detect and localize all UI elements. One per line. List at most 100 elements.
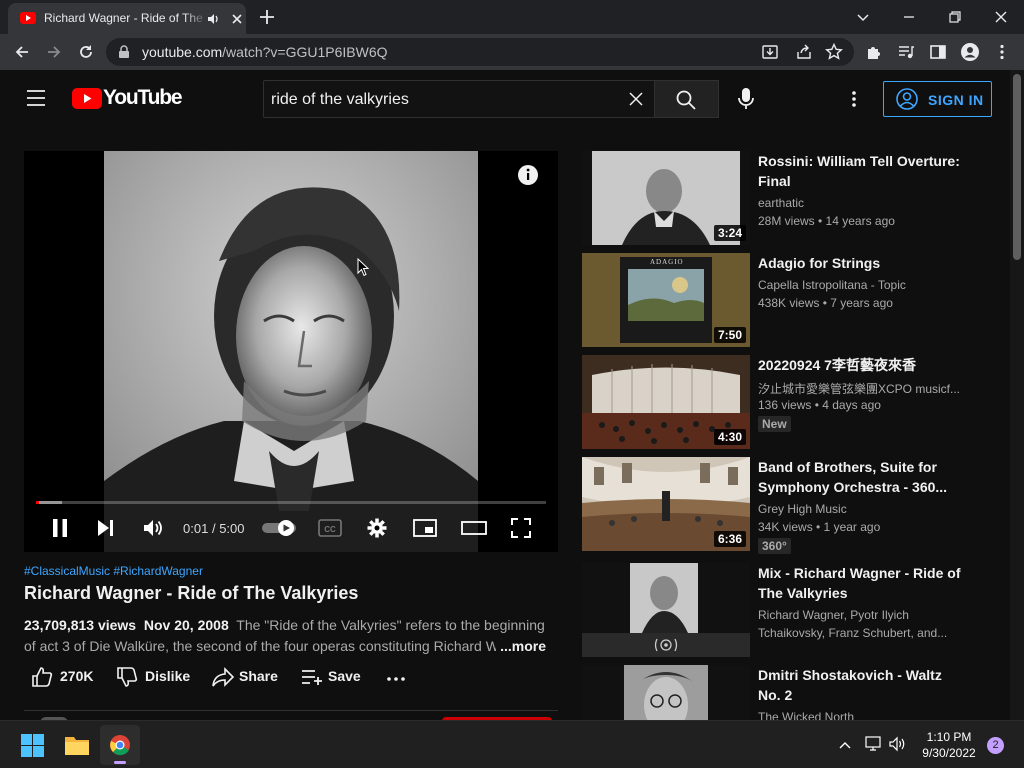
- video-title: Richard Wagner - Ride of The Valkyries: [24, 583, 359, 603]
- recommendation-thumbnail[interactable]: [582, 563, 750, 657]
- menu-icon[interactable]: [992, 42, 1012, 62]
- tab-close-icon[interactable]: [230, 12, 244, 26]
- address-bar[interactable]: youtube.com/watch?v=GGU1P6IBW6Q: [106, 38, 854, 66]
- profile-icon[interactable]: [960, 42, 980, 62]
- recommendation-thumbnail[interactable]: [582, 665, 750, 720]
- search-button[interactable]: [655, 80, 719, 118]
- install-icon[interactable]: [760, 42, 780, 62]
- recommendation-title[interactable]: Rossini: William Tell Overture: Final: [758, 151, 962, 191]
- recommendation-meta: 28M views • 14 years ago: [758, 214, 895, 228]
- info-icon[interactable]: [517, 164, 539, 186]
- like-count: 270K: [60, 668, 94, 684]
- fullscreen-icon[interactable]: [510, 517, 532, 539]
- dislike-button[interactable]: Dislike: [116, 665, 196, 689]
- recommendation-meta: 438K views • 7 years ago: [758, 296, 893, 310]
- recommendation-thumbnail[interactable]: 6:36: [582, 457, 750, 551]
- progress-bar[interactable]: [36, 501, 546, 504]
- windows-icon[interactable]: [21, 734, 44, 757]
- recommendation-meta: 136 views • 4 days ago: [758, 398, 881, 412]
- pause-icon[interactable]: [50, 517, 70, 539]
- star-icon[interactable]: [824, 42, 844, 62]
- tray-chevron-icon[interactable]: [838, 738, 852, 752]
- back-icon[interactable]: [12, 42, 32, 62]
- recommendation-thumbnail[interactable]: ADAGIO 7:50: [582, 253, 750, 347]
- explorer-icon[interactable]: [64, 734, 90, 756]
- recommendation-item[interactable]: 3:24 Rossini: William Tell Overture: Fin…: [582, 151, 962, 245]
- video-player[interactable]: 0:01 / 5:00 CC: [24, 151, 558, 552]
- video-description[interactable]: 23,709,813 views Nov 20, 2008 The "Ride …: [24, 615, 554, 657]
- save-button[interactable]: Save: [300, 665, 370, 689]
- theater-icon[interactable]: [460, 517, 488, 539]
- page-scrollbar[interactable]: [1010, 70, 1024, 720]
- volume-tray-icon[interactable]: [889, 736, 907, 752]
- speaker-icon[interactable]: [206, 12, 220, 26]
- kebab-icon[interactable]: [844, 89, 864, 109]
- comments-section-edge: [24, 710, 558, 723]
- browser-tab[interactable]: Richard Wagner - Ride of The Valkyries: [8, 3, 246, 34]
- chrome-taskbar-button[interactable]: [100, 725, 140, 765]
- search-query[interactable]: ride of the valkyries: [271, 91, 409, 109]
- view-count: 23,709,813 views: [24, 617, 137, 633]
- video-hashtags[interactable]: #ClassicalMusic #RichardWagner: [24, 564, 203, 578]
- save-icon: [302, 670, 322, 685]
- video-duration: 4:30: [713, 429, 746, 445]
- chevron-down-icon[interactable]: [852, 6, 874, 28]
- upload-date: Nov 20, 2008: [143, 617, 229, 633]
- recommendation-title[interactable]: Mix - Richard Wagner - Ride of The Valky…: [758, 563, 962, 603]
- media-icon[interactable]: [896, 42, 916, 62]
- network-icon[interactable]: [865, 736, 883, 752]
- recommendation-thumbnail[interactable]: 4:30: [582, 355, 750, 449]
- more-actions-button[interactable]: [385, 665, 407, 689]
- scrollbar-thumb[interactable]: [1013, 74, 1021, 260]
- search-input[interactable]: ride of the valkyries: [263, 80, 655, 118]
- mic-icon[interactable]: [736, 87, 756, 111]
- notification-badge[interactable]: 2: [987, 737, 1004, 754]
- sidepanel-icon[interactable]: [928, 42, 948, 62]
- channel-name[interactable]: Grey High Music: [758, 502, 962, 516]
- next-icon[interactable]: [96, 517, 116, 539]
- autoplay-toggle[interactable]: [262, 520, 298, 536]
- recommendation-item[interactable]: Dmitri Shostakovich - Waltz No. 2 The Wi…: [582, 665, 962, 720]
- channel-name[interactable]: Capella Istropolitana - Topic: [758, 278, 962, 292]
- video-frame-portrait: [104, 151, 478, 552]
- url-text: youtube.com/watch?v=GGU1P6IBW6Q: [142, 44, 388, 60]
- share-button[interactable]: Share: [211, 665, 286, 689]
- volume-icon[interactable]: [142, 517, 166, 539]
- dislike-label: Dislike: [145, 668, 191, 684]
- video-duration: 3:24: [713, 225, 746, 241]
- channel-name[interactable]: The Wicked North: [758, 710, 962, 720]
- settings-icon[interactable]: [366, 517, 388, 539]
- hamburger-icon[interactable]: [26, 89, 46, 107]
- cc-icon[interactable]: CC: [318, 519, 342, 537]
- recommendation-title[interactable]: 20220924 7李哲藝夜來香: [758, 355, 962, 375]
- recommendation-item[interactable]: Mix - Richard Wagner - Ride of The Valky…: [582, 563, 962, 657]
- show-more-link[interactable]: ...more: [496, 636, 546, 657]
- channel-name[interactable]: 汐止城市愛樂管弦樂團XCPO musicf...: [758, 380, 962, 397]
- minimize-icon[interactable]: [898, 6, 920, 28]
- recommendation-item[interactable]: ADAGIO 7:50 Adagio for Strings Capella I…: [582, 253, 962, 347]
- recommendation-item[interactable]: 6:36 Band of Brothers, Suite for Symphon…: [582, 457, 962, 554]
- lock-icon[interactable]: [118, 45, 130, 59]
- thumbnail-caption: ADAGIO: [650, 258, 684, 266]
- recommendation-title[interactable]: Band of Brothers, Suite for Symphony Orc…: [758, 457, 962, 497]
- like-button[interactable]: 270K: [31, 665, 101, 689]
- reload-icon[interactable]: [76, 42, 96, 62]
- taskbar: 1:10 PM 9/30/2022 2: [0, 720, 1024, 768]
- restore-icon[interactable]: [944, 6, 966, 28]
- channel-name[interactable]: earthatic: [758, 196, 962, 210]
- taskbar-clock[interactable]: 1:10 PM 9/30/2022: [914, 729, 984, 761]
- extensions-icon[interactable]: [864, 42, 884, 62]
- clear-search-icon[interactable]: [628, 91, 644, 107]
- share-icon[interactable]: [794, 42, 814, 62]
- share-label: Share: [239, 668, 278, 684]
- recommendation-title[interactable]: Dmitri Shostakovich - Waltz No. 2: [758, 665, 962, 705]
- window-close-icon[interactable]: [990, 6, 1012, 28]
- sign-in-label: SIGN IN: [928, 92, 984, 108]
- forward-icon[interactable]: [44, 42, 64, 62]
- recommendation-thumbnail[interactable]: 3:24: [582, 151, 750, 245]
- new-tab-button[interactable]: [258, 8, 276, 26]
- miniplayer-icon[interactable]: [412, 517, 438, 539]
- recommendation-title[interactable]: Adagio for Strings: [758, 253, 962, 273]
- recommendation-item[interactable]: 4:30 20220924 7李哲藝夜來香 汐止城市愛樂管弦樂團XCPO mus…: [582, 355, 962, 449]
- sign-in-button[interactable]: SIGN IN: [883, 81, 992, 117]
